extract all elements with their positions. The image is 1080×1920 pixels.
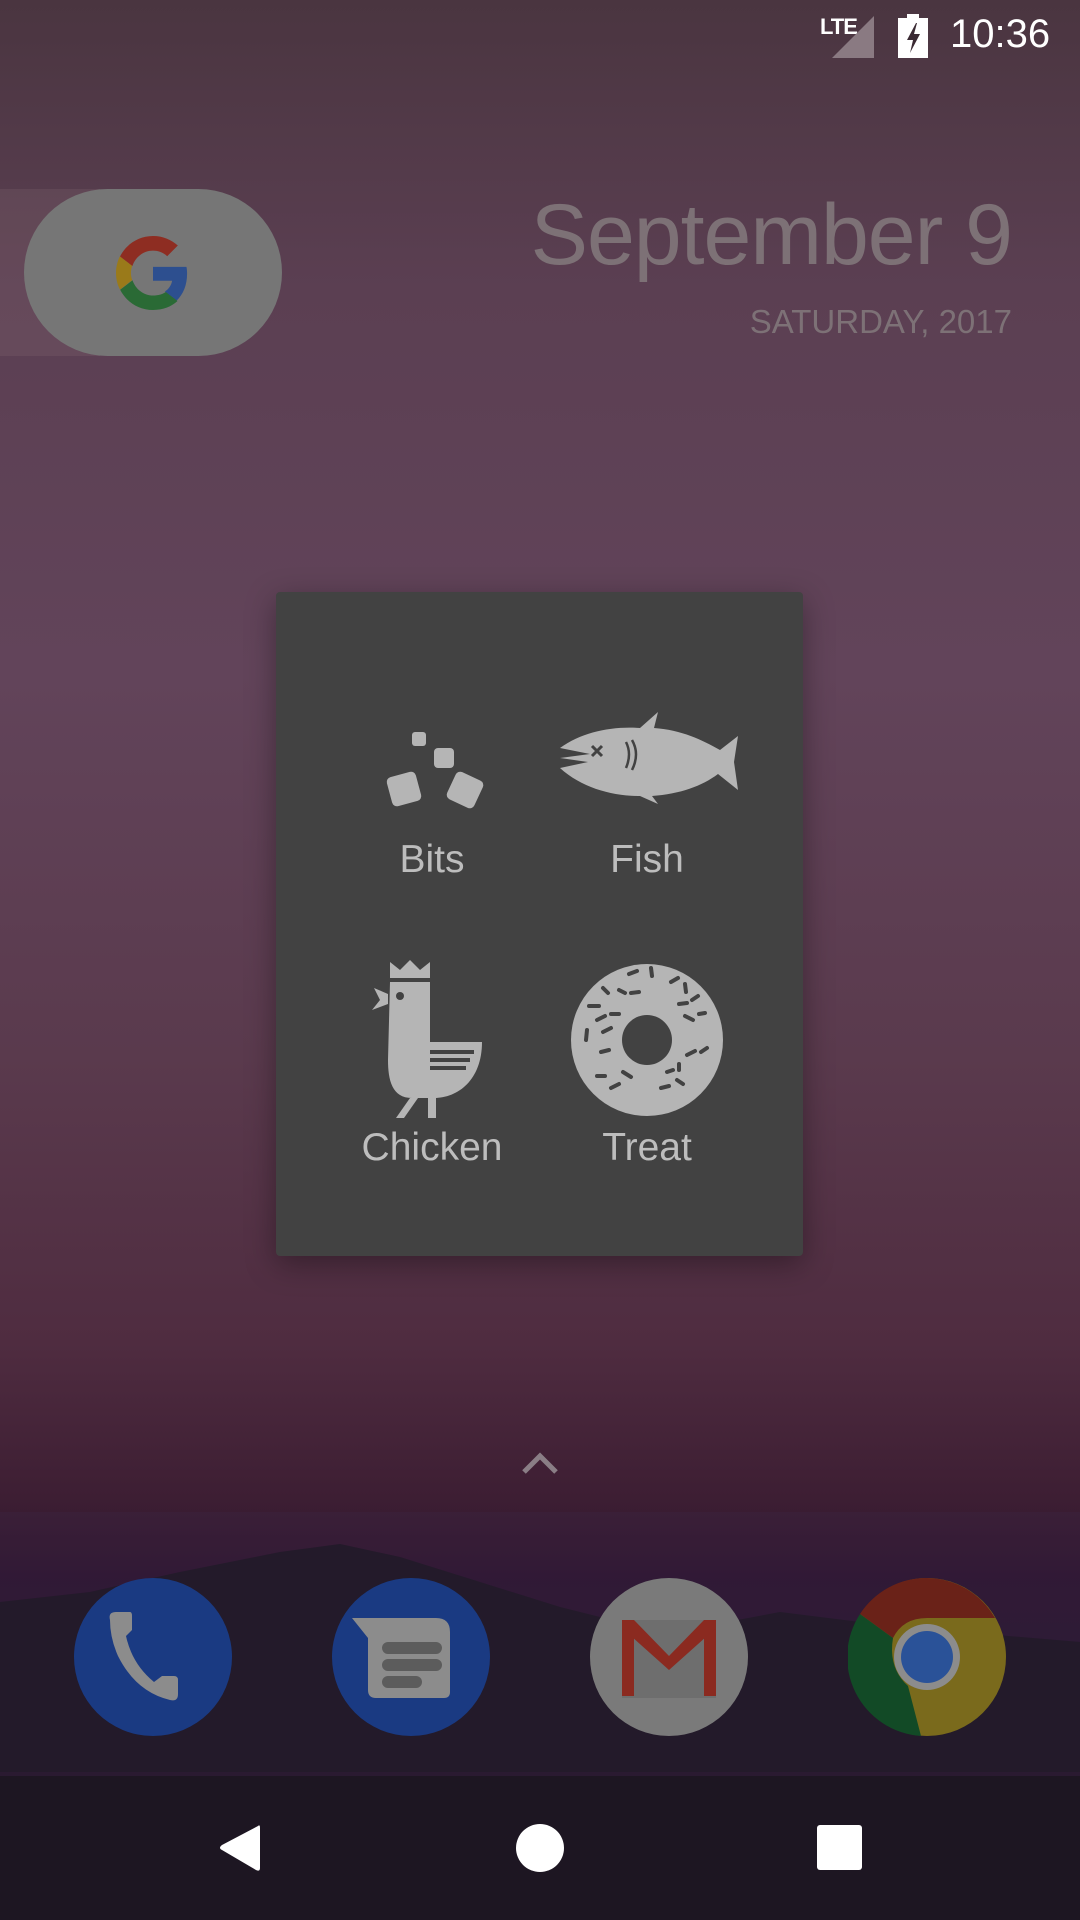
google-g-icon — [116, 236, 188, 310]
home-icon[interactable] — [516, 1824, 564, 1872]
dock-app-chrome[interactable] — [848, 1578, 1006, 1736]
battery-charging-icon — [898, 14, 928, 58]
back-icon[interactable] — [218, 1824, 262, 1872]
donut-icon — [571, 964, 723, 1116]
food-picker-dialog: Bits Fish Chicken Treat — [276, 592, 803, 1256]
chrome-icon — [848, 1578, 1006, 1736]
signal-icon — [832, 16, 874, 58]
navigation-bar — [0, 1776, 1080, 1920]
food-label-treat: Treat — [602, 1126, 692, 1169]
messages-icon — [332, 1578, 490, 1736]
phone-icon — [74, 1578, 232, 1736]
food-option-bits[interactable]: Bits — [332, 712, 532, 882]
dock-app-messages[interactable] — [332, 1578, 490, 1736]
food-label-bits: Bits — [399, 838, 465, 881]
food-option-treat[interactable]: Treat — [547, 960, 747, 1170]
bits-icon — [386, 732, 484, 809]
food-option-chicken[interactable]: Chicken — [332, 960, 532, 1170]
chevron-up-icon[interactable] — [520, 1450, 560, 1476]
recents-icon[interactable] — [817, 1825, 862, 1870]
fish-icon — [560, 712, 738, 804]
food-label-fish: Fish — [610, 838, 684, 881]
date-secondary: SATURDAY, 2017 — [749, 303, 1012, 340]
food-option-fish[interactable]: Fish — [547, 692, 747, 882]
food-label-chicken: Chicken — [361, 1126, 503, 1169]
dock-app-gmail[interactable] — [590, 1578, 748, 1736]
clock: 10:36 — [950, 12, 1051, 56]
chicken-icon — [372, 960, 482, 1118]
date-primary[interactable]: September 9 — [531, 186, 1013, 285]
dock-app-phone[interactable] — [74, 1578, 232, 1736]
gmail-icon — [590, 1578, 748, 1736]
status-bar: LTE 10:36 — [0, 0, 1080, 72]
